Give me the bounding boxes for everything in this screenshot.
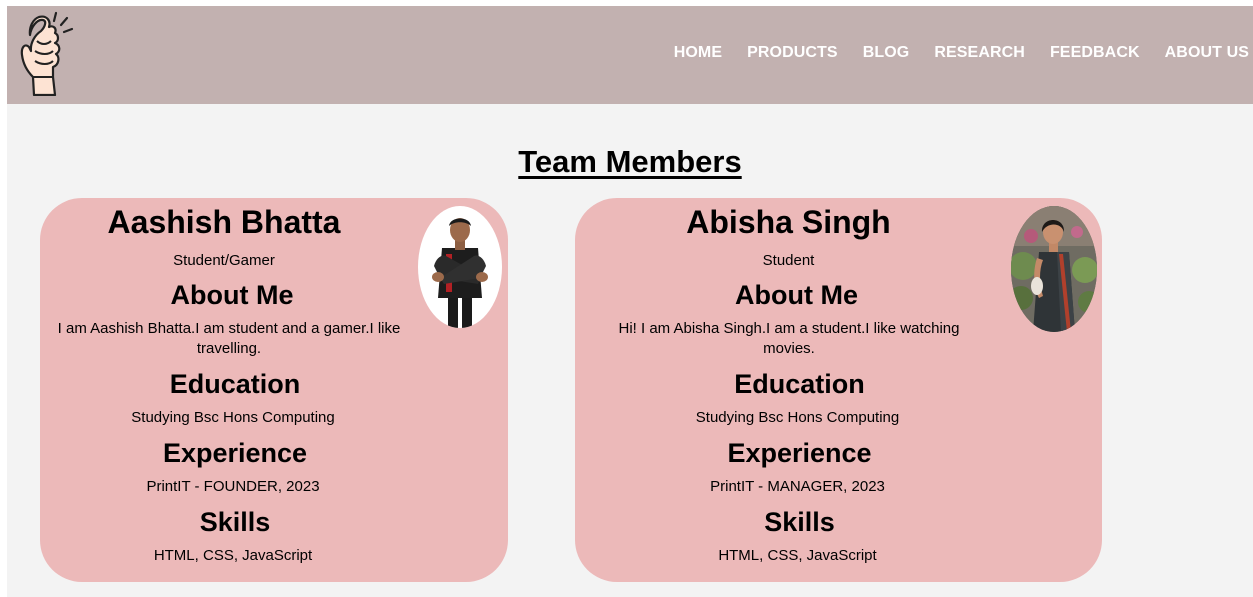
- education-heading: Education: [169, 369, 301, 399]
- member-name: Aashish Bhatta: [107, 204, 341, 240]
- nav-research[interactable]: RESEARCH: [934, 44, 1025, 62]
- page-title: Team Members: [518, 144, 742, 179]
- member-role: Student: [762, 252, 815, 269]
- nav-products[interactable]: PRODUCTS: [747, 44, 838, 62]
- skills-heading: Skills: [199, 507, 271, 537]
- team-member-card: Aashish Bhatta Student/Gamer About Me I …: [40, 198, 508, 582]
- nav-menu: HOME PRODUCTS BLOG RESEARCH FEEDBACK ABO…: [674, 44, 1249, 62]
- nav-home[interactable]: HOME: [674, 44, 722, 62]
- member-name: Abisha Singh: [686, 204, 891, 240]
- about-text: Hi! I am Abisha Singh.I am a student.I l…: [618, 320, 960, 357]
- member-role: Student/Gamer: [173, 252, 275, 269]
- experience-text: PrintIT - MANAGER, 2023: [710, 478, 885, 495]
- page: HOME PRODUCTS BLOG RESEARCH FEEDBACK ABO…: [7, 6, 1253, 597]
- nav-blog[interactable]: BLOG: [863, 44, 910, 62]
- education-text: Studying Bsc Hons Computing: [695, 409, 900, 426]
- experience-text: PrintIT - FOUNDER, 2023: [146, 478, 320, 495]
- logo-hand-icon[interactable]: [17, 11, 77, 97]
- navbar: HOME PRODUCTS BLOG RESEARCH FEEDBACK ABO…: [7, 6, 1253, 104]
- skills-heading: Skills: [764, 507, 835, 537]
- team-member-card: Abisha Singh Student About Me Hi! I am A…: [575, 198, 1102, 582]
- education-heading: Education: [734, 369, 865, 399]
- experience-heading: Experience: [727, 438, 872, 468]
- about-heading: About Me: [170, 280, 294, 310]
- skills-text: HTML, CSS, JavaScript: [718, 547, 877, 564]
- experience-heading: Experience: [162, 438, 308, 468]
- education-text: Studying Bsc Hons Computing: [131, 409, 335, 426]
- about-heading: About Me: [735, 280, 858, 310]
- nav-about-us[interactable]: ABOUT US: [1165, 44, 1249, 62]
- nav-feedback[interactable]: FEEDBACK: [1050, 44, 1140, 62]
- about-text: I am Aashish Bhatta.I am student and a g…: [57, 320, 401, 357]
- skills-text: HTML, CSS, JavaScript: [153, 547, 313, 564]
- member-photo: [418, 206, 502, 328]
- member-photo: [1011, 206, 1097, 332]
